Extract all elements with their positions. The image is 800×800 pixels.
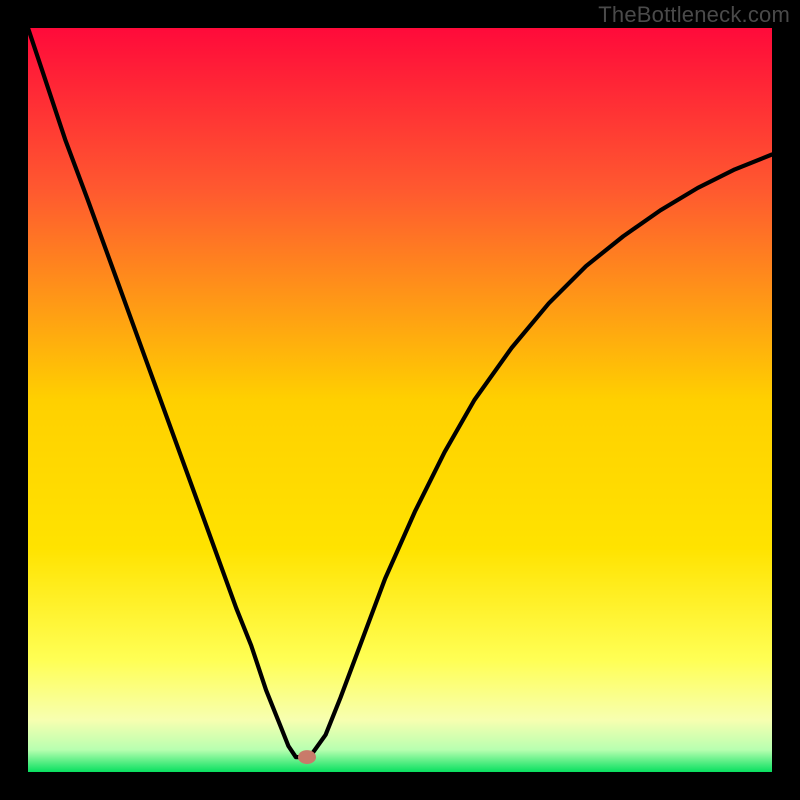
optimum-marker: [298, 750, 316, 764]
watermark-text: TheBottleneck.com: [598, 2, 790, 28]
bottleneck-curve: [28, 28, 772, 772]
chart-frame: [28, 28, 772, 772]
chart-panel: [28, 28, 772, 772]
